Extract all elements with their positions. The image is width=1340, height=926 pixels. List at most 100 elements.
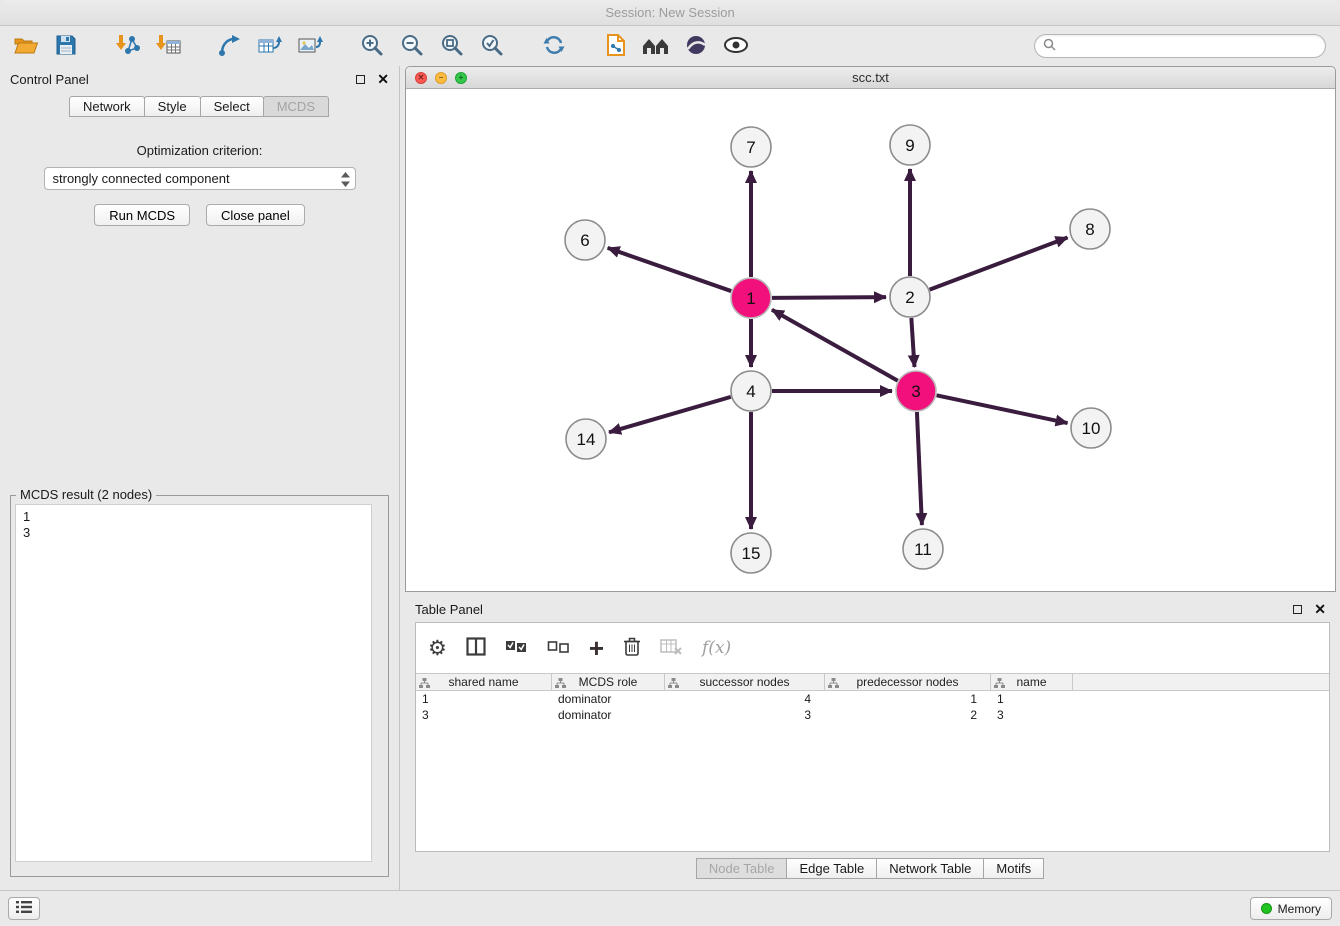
new-network-icon [218, 33, 242, 60]
svg-text:4: 4 [746, 382, 755, 401]
table-settings-gear-icon[interactable]: ⚙ [428, 638, 447, 659]
edge-1-to-6[interactable] [608, 248, 732, 291]
column-header-successor-nodes[interactable]: successor nodes [665, 674, 825, 690]
zoom-selected-icon [480, 33, 504, 60]
mcds-result-text[interactable]: 1 3 [15, 504, 372, 862]
cell-shared-name: 3 [416, 707, 552, 723]
table-tab-node-table[interactable]: Node Table [696, 858, 788, 879]
column-header-predecessor-nodes[interactable]: predecessor nodes [825, 674, 991, 690]
apply-style-button[interactable] [680, 30, 712, 62]
control-tab-select[interactable]: Select [200, 96, 264, 117]
export-image-button[interactable] [294, 30, 326, 62]
deselect-all-icon[interactable] [547, 639, 570, 658]
refresh-view-button[interactable] [538, 30, 570, 62]
cell-shared-name: 1 [416, 691, 552, 707]
close-panel-button[interactable]: Close panel [206, 204, 305, 226]
network-window-title: scc.txt [852, 70, 889, 85]
edge-4-to-14[interactable] [609, 397, 731, 432]
add-column-icon[interactable]: + [589, 638, 604, 658]
network-window-titlebar[interactable]: ✕ − + scc.txt [406, 67, 1335, 89]
column-tree-icon [419, 677, 430, 691]
close-table-panel-icon[interactable]: ✕ [1314, 604, 1326, 614]
column-header-name[interactable]: name [991, 674, 1073, 690]
close-window-icon[interactable]: ✕ [415, 72, 427, 84]
status-bar: Memory [0, 890, 1340, 926]
graph-node-6[interactable]: 6 [565, 220, 605, 260]
clone-network-button[interactable] [254, 30, 286, 62]
mcds-result-group: MCDS result (2 nodes) 1 3 [10, 495, 389, 877]
global-search[interactable] [1034, 34, 1326, 58]
open-network-file-button[interactable] [600, 30, 632, 62]
mcds-result-title: MCDS result (2 nodes) [16, 487, 156, 502]
zoom-in-button[interactable] [356, 30, 388, 62]
edge-1-to-2[interactable] [772, 297, 886, 298]
table-tab-network-table[interactable]: Network Table [876, 858, 984, 879]
function-builder-icon: f(x) [702, 638, 731, 658]
criterion-dropdown[interactable]: strongly connected component [44, 167, 356, 190]
show-column-icon[interactable] [466, 637, 486, 659]
control-tab-mcds[interactable]: MCDS [263, 96, 329, 117]
new-network-button[interactable] [214, 30, 246, 62]
save-session-button[interactable] [50, 30, 82, 62]
table-tab-edge-table[interactable]: Edge Table [786, 858, 877, 879]
column-label: shared name [448, 675, 518, 689]
show-graphics-details-button[interactable] [720, 30, 752, 62]
houses-icon [641, 34, 671, 59]
workspace: ✕ − + scc.txt 7 9 6 8 1 2 4 3 14 10 15 11 [400, 66, 1340, 890]
graph-node-7[interactable]: 7 [731, 127, 771, 167]
graph-node-4[interactable]: 4 [731, 371, 771, 411]
table-tab-motifs[interactable]: Motifs [983, 858, 1044, 879]
edge-3-to-1[interactable] [772, 310, 898, 381]
show-panel-list-button[interactable] [8, 897, 40, 920]
network-analyzer-button[interactable] [640, 30, 672, 62]
float-table-panel-icon[interactable] [1293, 605, 1302, 614]
control-tab-network[interactable]: Network [69, 96, 145, 117]
graph-node-3[interactable]: 3 [896, 371, 936, 411]
graph-node-14[interactable]: 14 [566, 419, 606, 459]
graph-node-15[interactable]: 15 [731, 533, 771, 573]
delete-column-trash-icon[interactable] [623, 636, 641, 660]
edge-3-to-10[interactable] [937, 395, 1068, 423]
search-icon [1043, 38, 1056, 54]
control-tab-style[interactable]: Style [144, 96, 201, 117]
close-panel-icon[interactable]: ✕ [377, 74, 389, 84]
column-header-mcds-role[interactable]: MCDS role [552, 674, 665, 690]
network-canvas[interactable]: 7 9 6 8 1 2 4 3 14 10 15 11 [406, 89, 1335, 591]
select-all-icon[interactable] [505, 639, 528, 658]
zoom-selected-button[interactable] [476, 30, 508, 62]
run-mcds-button[interactable]: Run MCDS [94, 204, 190, 226]
open-session-button[interactable] [10, 30, 42, 62]
cell-mcds-role: dominator [552, 707, 665, 723]
column-header-shared-name[interactable]: shared name [416, 674, 552, 690]
maximize-window-icon[interactable]: + [455, 72, 467, 84]
table-row-3[interactable]: 3dominator323 [416, 707, 1329, 723]
control-panel-tabs: NetworkStyleSelectMCDS [0, 96, 399, 117]
zoom-fit-button[interactable] [436, 30, 468, 62]
graph-node-8[interactable]: 8 [1070, 209, 1110, 249]
memory-button[interactable]: Memory [1250, 897, 1332, 920]
graph-node-2[interactable]: 2 [890, 277, 930, 317]
table-panel-title: Table Panel [415, 602, 1293, 617]
style-brush-icon [684, 33, 708, 60]
column-tree-icon [555, 677, 566, 691]
main-toolbar [0, 26, 1340, 66]
export-image-icon [297, 33, 323, 60]
column-tree-icon [994, 677, 1005, 691]
graph-node-11[interactable]: 11 [903, 529, 943, 569]
network-graph[interactable]: 7 9 6 8 1 2 4 3 14 10 15 11 [406, 89, 1332, 591]
table-row-1[interactable]: 1dominator411 [416, 691, 1329, 707]
eye-icon [723, 35, 749, 58]
graph-node-1[interactable]: 1 [731, 278, 771, 318]
import-network-button[interactable] [112, 30, 144, 62]
zoom-out-button[interactable] [396, 30, 428, 62]
float-panel-icon[interactable] [356, 75, 365, 84]
graph-node-9[interactable]: 9 [890, 125, 930, 165]
edge-2-to-8[interactable] [930, 237, 1068, 289]
import-table-icon [155, 33, 181, 60]
minimize-window-icon[interactable]: − [435, 72, 447, 84]
search-input[interactable] [1062, 39, 1317, 53]
edge-3-to-11[interactable] [917, 412, 922, 525]
edge-2-to-3[interactable] [911, 318, 914, 367]
import-table-button[interactable] [152, 30, 184, 62]
graph-node-10[interactable]: 10 [1071, 408, 1111, 448]
